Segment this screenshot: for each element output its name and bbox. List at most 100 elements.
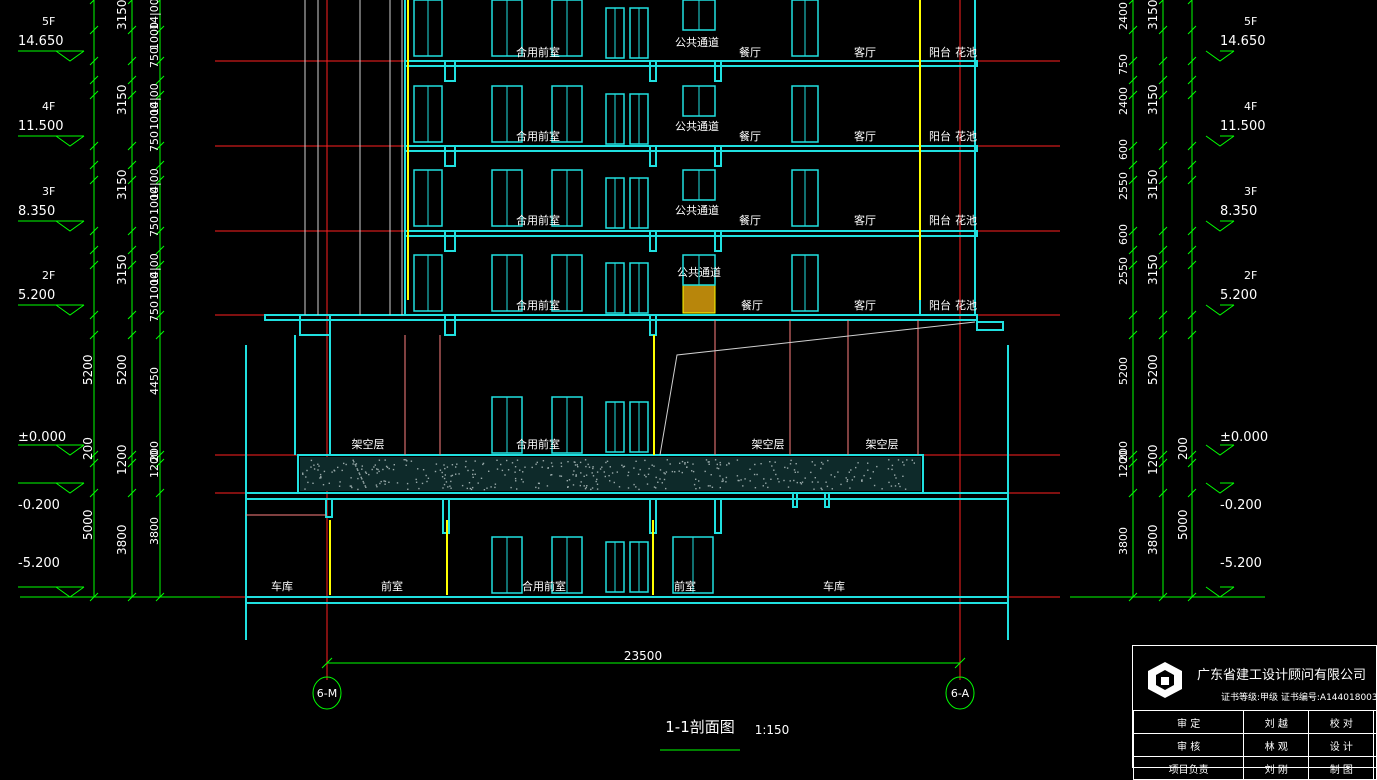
gravel-dot	[678, 470, 680, 472]
elevation-label: 8.350	[18, 204, 55, 219]
gravel-dot	[599, 468, 602, 470]
company-name: 广东省建工设计顾问有限公司	[1197, 668, 1367, 683]
gravel-dot	[787, 486, 790, 488]
gravel-dot	[435, 463, 438, 465]
gravel-dot	[646, 483, 649, 485]
gravel-dot	[827, 459, 829, 462]
gravel-dot	[354, 463, 356, 466]
gravel-dot	[384, 483, 386, 485]
gravel-dot	[775, 473, 777, 476]
gravel-dot	[616, 471, 618, 473]
gravel-dot	[760, 463, 762, 465]
gravel-dot	[365, 486, 367, 488]
gravel-dot	[310, 466, 312, 468]
gravel-dot	[451, 464, 454, 466]
gravel-dot	[339, 481, 341, 483]
gravel-dot	[577, 466, 579, 468]
table-row: 项目负责 刘 刚 制 图	[1132, 756, 1377, 780]
gravel-dot	[692, 470, 695, 473]
gravel-dot	[313, 468, 316, 470]
room-label: 阳台	[929, 129, 951, 143]
gravel-dot	[322, 484, 325, 486]
gravel-dot	[572, 484, 575, 486]
dimension-label: 1000	[148, 102, 161, 130]
dimension-label: 3800	[115, 524, 129, 555]
gravel-dot	[826, 485, 829, 488]
room-label: 公共通道	[675, 119, 719, 133]
yellow-lines	[329, 0, 921, 595]
room-label: 花池	[955, 130, 977, 143]
gravel-dot	[363, 482, 365, 484]
gravel-dot	[580, 481, 582, 483]
gravel-dot	[771, 465, 773, 467]
gravel-dot	[501, 469, 504, 472]
gravel-dot	[811, 481, 814, 483]
gravel-dot	[323, 470, 326, 473]
gravel-dot	[913, 462, 915, 464]
gravel-dot	[407, 488, 409, 490]
gravel-dot	[441, 471, 443, 474]
dimension-label: 3150	[115, 254, 129, 285]
gravel-dot	[705, 459, 708, 461]
gravel-dot	[834, 476, 836, 478]
gravel-dot	[789, 480, 791, 482]
level-marker	[1205, 586, 1235, 598]
gravel-dot	[500, 463, 502, 466]
gravel-dot	[351, 486, 353, 489]
gravel-dot	[341, 469, 343, 472]
gravel-dot	[742, 485, 744, 487]
gravel-dot	[837, 471, 839, 473]
gravel-dot	[784, 466, 786, 469]
gravel-dot	[349, 485, 351, 487]
dimension-label: 5000	[1176, 509, 1190, 540]
gravel-dot	[304, 488, 306, 490]
gravel-dot	[388, 481, 390, 483]
gravel-dot	[789, 463, 792, 465]
room-label: 阳台	[929, 298, 951, 312]
gravel-dot	[906, 459, 908, 461]
table-cell: 制 图	[1308, 756, 1375, 780]
gravel-dot	[364, 485, 366, 487]
room-label: 合用前室	[516, 437, 560, 451]
gravel-dot	[611, 472, 614, 474]
gravel-dot	[380, 480, 382, 483]
gravel-dot	[627, 471, 630, 473]
gravel-dot	[537, 487, 540, 489]
gravel-dot	[357, 488, 359, 491]
gravel-dot	[796, 481, 798, 484]
gravel-dot	[897, 459, 900, 461]
gravel-dot	[665, 487, 667, 490]
dimension-label: 3800	[148, 517, 161, 545]
dimension-label: 750	[148, 131, 161, 152]
gravel-dot	[551, 465, 554, 468]
gravel-dot	[774, 461, 776, 463]
gravel-dot	[506, 459, 508, 462]
gravel-dot	[514, 471, 516, 473]
gravel-dot	[722, 478, 724, 480]
room-label: 合用前室	[516, 45, 560, 59]
dimension-label: 3150	[1146, 84, 1160, 115]
gravel-dot	[535, 486, 537, 489]
gravel-dot	[568, 479, 571, 481]
gravel-dot	[392, 468, 395, 471]
gravel-dot	[686, 466, 688, 468]
gravel-dot	[592, 475, 595, 477]
gravel-dot	[790, 459, 792, 462]
gravel-dot	[574, 461, 576, 463]
room-label: 花池	[955, 214, 977, 227]
gravel-dot	[515, 480, 517, 482]
gravel-dot	[331, 471, 333, 473]
gravel-dot	[516, 459, 519, 461]
gravel-dot	[355, 465, 357, 467]
gravel-dot	[574, 464, 577, 466]
gravel-dot	[765, 482, 767, 484]
gravel-dot	[406, 482, 409, 485]
gravel-dot	[470, 488, 473, 491]
gravel-dot	[911, 459, 913, 461]
gravel-dot	[647, 473, 650, 475]
gravel-dot	[588, 466, 591, 468]
dimension-label: 2400	[1117, 87, 1130, 115]
gravel-dot	[887, 468, 890, 470]
room-label: 前室	[381, 579, 403, 593]
gravel-dot	[541, 466, 543, 468]
